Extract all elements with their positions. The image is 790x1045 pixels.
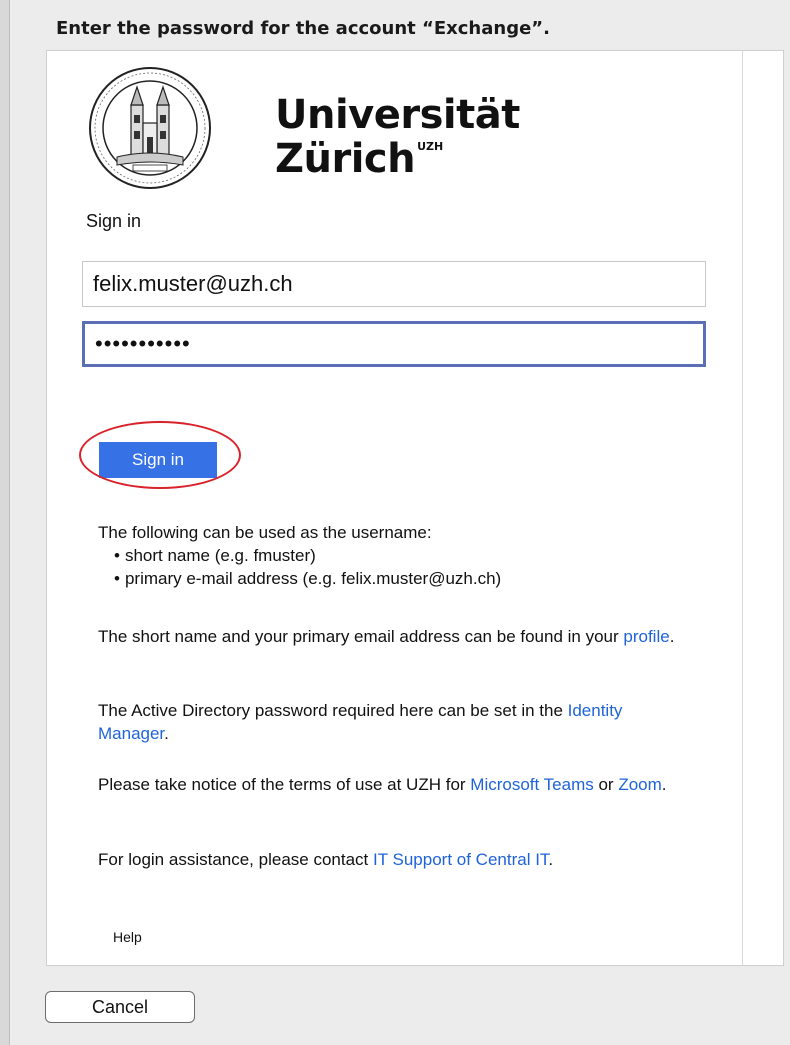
wordmark-superscript: UZH bbox=[417, 140, 444, 153]
list-item: short name (e.g. fmuster) bbox=[114, 544, 688, 567]
seal-icon bbox=[89, 67, 211, 189]
support-info: For login assistance, please contact IT … bbox=[98, 850, 554, 869]
password-info: The Active Directory password required h… bbox=[98, 701, 623, 743]
uzh-wordmark: Universität Zürich UZH bbox=[275, 93, 520, 191]
cancel-button[interactable]: Cancel bbox=[45, 991, 195, 1023]
dialog-prompt: Enter the password for the account “Exch… bbox=[56, 18, 550, 39]
wordmark-line2: Zürich UZH bbox=[275, 137, 520, 191]
wordmark-line1: Universität bbox=[275, 92, 520, 138]
window-left-edge bbox=[0, 0, 10, 1045]
help-link[interactable]: Help bbox=[113, 929, 142, 945]
username-input[interactable]: felix.muster@uzh.ch bbox=[82, 261, 706, 307]
terms-info: Please take notice of the terms of use a… bbox=[98, 775, 667, 794]
zoom-link[interactable]: Zoom bbox=[618, 775, 661, 794]
profile-info: The short name and your primary email ad… bbox=[98, 627, 675, 646]
sign-in-button[interactable]: Sign in bbox=[99, 442, 217, 478]
password-input[interactable]: ••••••••••• bbox=[82, 321, 706, 367]
microsoft-teams-link[interactable]: Microsoft Teams bbox=[470, 775, 593, 794]
scroll-track bbox=[742, 51, 743, 965]
it-support-link[interactable]: IT Support of Central IT bbox=[373, 850, 548, 869]
list-item: primary e-mail address (e.g. felix.muste… bbox=[114, 567, 688, 590]
username-info-text: The following can be used as the usernam… bbox=[98, 523, 432, 542]
sign-in-heading: Sign in bbox=[86, 211, 142, 231]
profile-link[interactable]: profile bbox=[623, 627, 669, 646]
username-info: The following can be used as the usernam… bbox=[98, 521, 688, 590]
wordmark-zurich: Zürich bbox=[275, 136, 416, 182]
login-webview: Universität Zürich UZH Sign in felix.must… bbox=[46, 50, 784, 966]
username-options-list: short name (e.g. fmuster) primary e-mail… bbox=[98, 544, 688, 590]
uzh-logo: Universität Zürich UZH bbox=[87, 65, 727, 195]
